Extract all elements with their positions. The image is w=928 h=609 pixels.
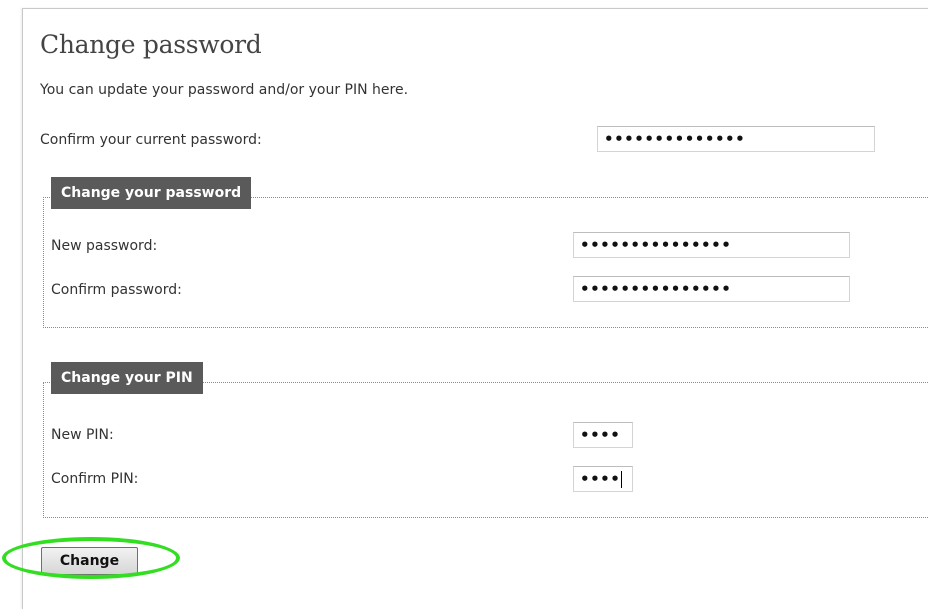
text-caret [621, 471, 623, 488]
change-pin-fieldset [43, 382, 928, 518]
current-password-label: Confirm your current password: [40, 132, 262, 148]
new-password-label: New password: [51, 238, 158, 254]
current-password-field[interactable]: •••••••••••••• [597, 126, 875, 152]
confirm-password-label: Confirm password: [51, 282, 182, 298]
change-pin-legend: Change your PIN [51, 362, 203, 394]
new-pin-field[interactable]: •••• [573, 422, 633, 448]
confirm-password-field[interactable]: ••••••••••••••• [573, 276, 850, 302]
change-password-fieldset [43, 197, 928, 328]
confirm-pin-field[interactable]: •••• [573, 466, 633, 492]
confirm-pin-value: •••• [580, 470, 621, 488]
new-password-field[interactable]: ••••••••••••••• [573, 232, 850, 258]
new-pin-label: New PIN: [51, 427, 114, 443]
change-button[interactable]: Change [41, 547, 138, 575]
confirm-pin-label: Confirm PIN: [51, 471, 139, 487]
change-password-legend: Change your password [51, 177, 252, 209]
page-title: Change password [40, 30, 262, 59]
page-subtitle: You can update your password and/or your… [40, 82, 409, 98]
